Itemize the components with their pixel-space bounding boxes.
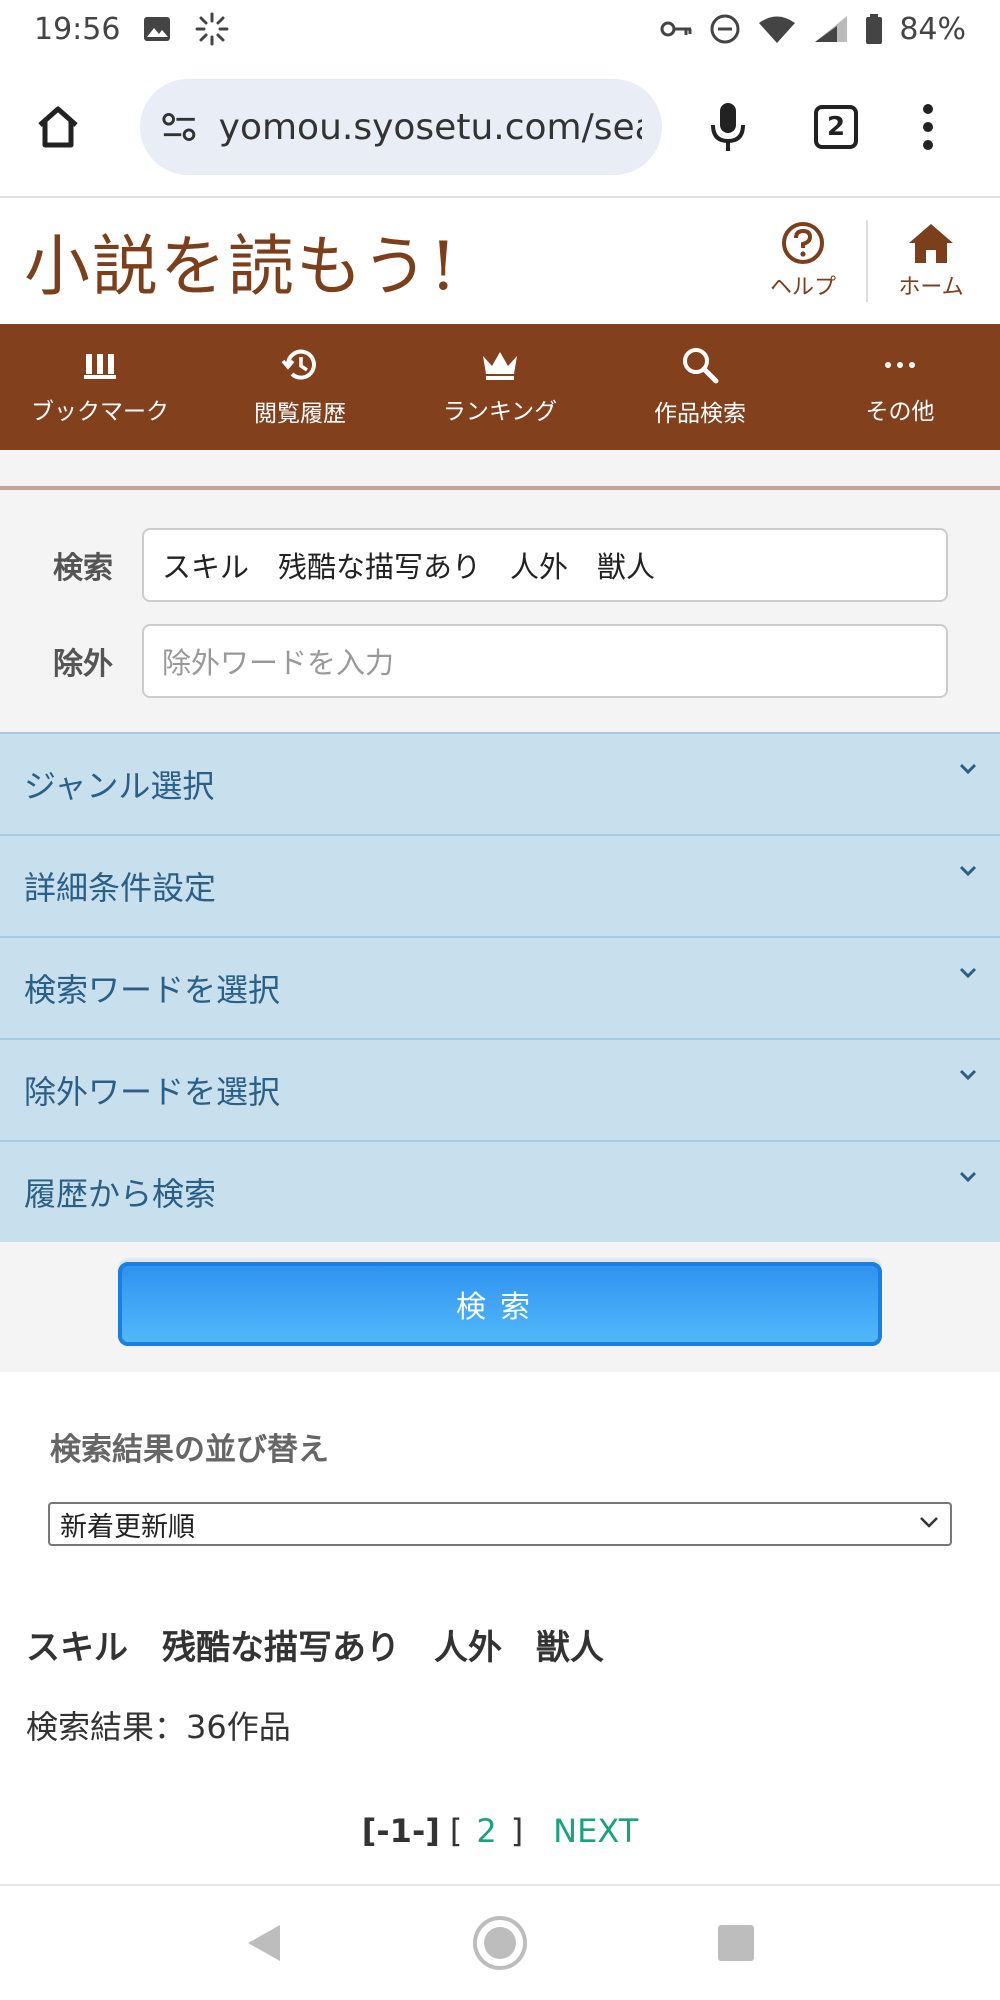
accordion-exclude-words[interactable]: 除外ワードを選択: [0, 1038, 1000, 1140]
dnd-icon: [709, 13, 741, 45]
site-logo[interactable]: 小説を読もう!: [24, 213, 459, 309]
accordion-detail-conditions[interactable]: 詳細条件設定: [0, 834, 1000, 936]
help-label: ヘルプ: [769, 275, 836, 300]
header-separator: [866, 220, 868, 302]
crown-icon: [483, 352, 517, 380]
system-nav-bar: [0, 1886, 1000, 2000]
home-circle-icon[interactable]: [472, 1915, 528, 1971]
bookmark-icon: [84, 354, 116, 379]
nav-label: 作品検索: [654, 401, 746, 427]
status-bar: 19:56 84%: [0, 0, 1000, 58]
pager-bracket-close: ]: [510, 1812, 524, 1850]
recents-icon[interactable]: [716, 1923, 756, 1963]
site-settings-icon: [162, 112, 196, 142]
accordion-label: 検索ワードを選択: [24, 971, 281, 1009]
wifi-icon: [757, 14, 797, 44]
nav-label: その他: [865, 399, 935, 425]
chevron-down-icon: [959, 763, 977, 775]
nav-item-bookmark[interactable]: ブックマーク: [0, 324, 200, 450]
home-icon: [38, 106, 78, 148]
history-icon: [281, 349, 316, 380]
nav-spacer: [0, 450, 1000, 486]
search-button-area: 検索: [0, 1242, 1000, 1372]
more-icon: [885, 362, 915, 368]
chevron-down-icon: [959, 1171, 977, 1183]
voice-search-button[interactable]: [698, 97, 758, 157]
back-icon[interactable]: [244, 1921, 284, 1965]
home-link[interactable]: ホーム: [886, 221, 976, 301]
search-form: 検索 スキル 残酷な描写あり 人外 獣人 除外 除外ワードを入力: [0, 490, 1000, 732]
chevron-down-icon: [920, 1517, 938, 1528]
nav-item-history[interactable]: 閲覧履歴: [200, 324, 400, 450]
accordion-history-search[interactable]: 履歴から検索: [0, 1140, 1000, 1242]
browser-menu-button[interactable]: [918, 104, 938, 150]
pager-next-link[interactable]: NEXT: [553, 1812, 638, 1850]
chevron-down-icon: [959, 865, 977, 877]
chevron-down-icon: [959, 1069, 977, 1081]
loading-icon: [194, 11, 230, 47]
exclude-input[interactable]: 除外ワードを入力: [142, 624, 948, 698]
tab-switcher-button[interactable]: 2: [814, 105, 858, 149]
help-link[interactable]: ヘルプ: [758, 221, 848, 301]
search-input[interactable]: スキル 残酷な描写あり 人外 獣人: [142, 528, 948, 602]
menu-dot: [923, 122, 933, 132]
search-submit-button[interactable]: 検索: [118, 1262, 882, 1346]
search-field-label: 検索: [53, 551, 113, 586]
sort-select[interactable]: 新着更新順: [48, 1502, 952, 1546]
menu-dot: [923, 140, 933, 150]
accordion-genre[interactable]: ジャンル選択: [0, 732, 1000, 834]
main-nav: ブックマーク 閲覧履歴 ランキング 作品検索 その他: [0, 324, 1000, 450]
accordion-search-words[interactable]: 検索ワードを選択: [0, 936, 1000, 1038]
accordion-label: ジャンル選択: [24, 767, 215, 805]
browser-toolbar: yomou.syosetu.com/sea 2: [0, 58, 1000, 196]
accordion-label: 除外ワードを選択: [24, 1073, 281, 1111]
url-text: yomou.syosetu.com/sea: [218, 106, 642, 148]
house-icon: [909, 224, 953, 263]
exclude-field-label: 除外: [53, 647, 113, 682]
accordion-label: 履歴から検索: [24, 1175, 217, 1213]
pager-current-page: [-1-]: [361, 1812, 440, 1850]
nav-label: ランキング: [442, 399, 558, 425]
battery-icon: [865, 14, 883, 44]
signal-icon: [813, 14, 849, 44]
battery-percent: 84%: [899, 11, 966, 47]
filter-accordion: ジャンル選択 詳細条件設定 検索ワードを選択 除外ワードを選択 履歴から検索: [0, 732, 1000, 1244]
browser-home-button[interactable]: [26, 95, 90, 159]
results-count: 検索結果：36作品: [26, 1708, 291, 1746]
image-icon: [142, 14, 172, 44]
status-time: 19:56: [34, 11, 121, 47]
nav-label: 閲覧履歴: [254, 401, 346, 427]
url-bar[interactable]: yomou.syosetu.com/sea: [140, 79, 662, 175]
accordion-label: 詳細条件設定: [24, 869, 217, 907]
nav-item-more[interactable]: その他: [800, 324, 1000, 450]
results-query-title: スキル 残酷な描写あり 人外 獣人: [26, 1628, 604, 1668]
nav-label: ブックマーク: [31, 399, 169, 425]
pager-bracket-open: [: [449, 1812, 463, 1850]
nav-item-ranking[interactable]: ランキング: [400, 324, 600, 450]
pagination: [-1-] [ 2 ] NEXT: [0, 1812, 1000, 1850]
chevron-down-icon: [959, 967, 977, 979]
nav-item-search[interactable]: 作品検索: [600, 324, 800, 450]
pager-page-2-link[interactable]: 2: [476, 1812, 496, 1850]
sort-selected-value: 新着更新順: [60, 1511, 195, 1543]
tab-count: 2: [826, 112, 846, 142]
key-icon: [659, 18, 693, 40]
site-header: 小説を読もう! ヘルプ ホーム: [0, 198, 1000, 324]
menu-dot: [923, 104, 933, 114]
search-icon: [683, 348, 719, 384]
home-label: ホーム: [898, 275, 964, 300]
mic-icon: [711, 103, 745, 151]
help-icon: [782, 222, 824, 264]
sort-title: 検索結果の並び替え: [50, 1432, 329, 1468]
